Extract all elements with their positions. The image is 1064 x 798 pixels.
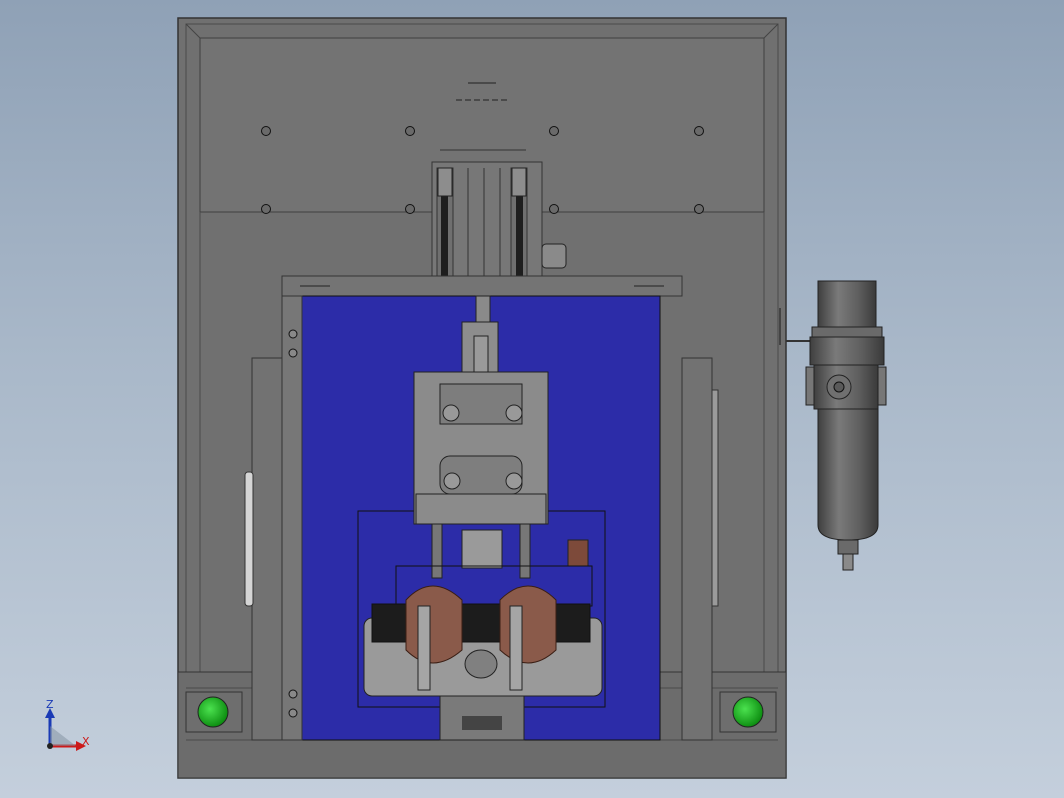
triad-z-label: Z	[46, 698, 54, 711]
cad-viewport[interactable]	[0, 0, 1064, 798]
axis-triad	[45, 708, 86, 751]
green-indicator-right	[732, 696, 764, 728]
air-filter-regulator	[779, 280, 887, 571]
crossbar	[281, 275, 683, 297]
green-indicator-left	[197, 696, 229, 728]
triad-x-label: X	[82, 735, 90, 748]
